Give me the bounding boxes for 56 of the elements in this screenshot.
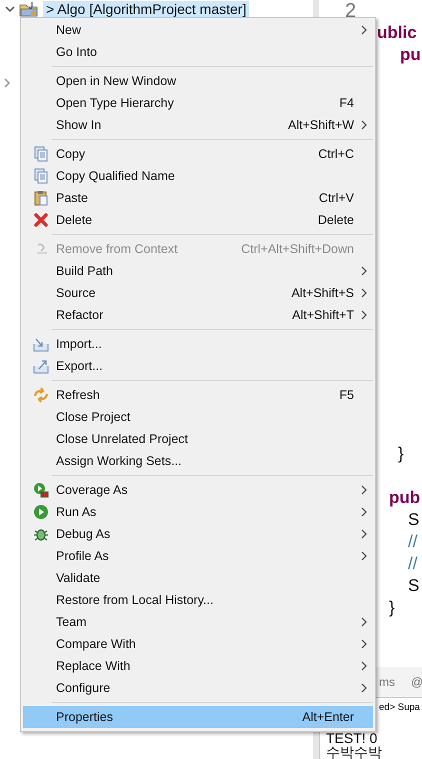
panel-tab[interactable]: ms <box>379 675 395 689</box>
code-line: S <box>407 575 420 597</box>
project-label[interactable]: > Algo [AlgorithmProject master] <box>43 1 250 17</box>
chevron-down-icon[interactable] <box>5 4 15 14</box>
code-line: pu <box>399 44 422 66</box>
menu-item[interactable]: Refresh F5 <box>23 384 373 406</box>
refresh-icon <box>32 387 48 403</box>
menu-item[interactable]: Copy Ctrl+C <box>23 143 373 165</box>
copy-icon <box>32 146 48 162</box>
coverage-icon <box>32 482 48 498</box>
delete-icon <box>32 212 48 228</box>
menu-item[interactable]: Go Into <box>23 41 373 63</box>
menu-item[interactable]: Import... <box>23 333 373 355</box>
code-line: // <box>407 531 418 553</box>
menu-item[interactable]: Paste Ctrl+V <box>23 187 373 209</box>
menu-item[interactable]: Team <box>23 611 373 633</box>
menu-item[interactable]: Assign Working Sets... <box>23 450 373 472</box>
menu-item[interactable]: Debug As <box>23 523 373 545</box>
folder-icon <box>19 1 39 17</box>
menu-item[interactable]: Refactor Alt+Shift+T <box>23 304 373 326</box>
menu-item[interactable]: Close Unrelated Project <box>23 428 373 450</box>
menu-item[interactable]: Delete Delete <box>23 209 373 231</box>
menu-item[interactable]: Properties Alt+Enter <box>23 706 373 728</box>
run-icon <box>32 504 48 520</box>
menu-item[interactable]: Run As <box>23 501 373 523</box>
menu-item[interactable]: Open Type Hierarchy F4 <box>23 92 373 114</box>
menu-item[interactable]: Show In Alt+Shift+W <box>23 114 373 136</box>
code-line: ublic <box>377 22 418 44</box>
code-line: } <box>398 443 405 465</box>
menu-item[interactable]: Profile As <box>23 545 373 567</box>
code-line: S <box>407 509 420 531</box>
menu-item[interactable]: Validate <box>23 567 373 589</box>
paste-icon <box>32 190 48 206</box>
code-line: pub <box>389 487 422 509</box>
menu-item[interactable]: Close Project <box>23 406 373 428</box>
code-line: } <box>389 597 396 619</box>
import-icon <box>32 336 48 352</box>
menu-item[interactable]: Open in New Window <box>23 70 373 92</box>
menu-item[interactable]: Export... <box>23 355 373 377</box>
panel-tab[interactable]: @ <box>411 675 422 689</box>
menu-item[interactable]: Coverage As <box>23 479 373 501</box>
console-line: 수박수박 <box>325 745 383 759</box>
menu-item[interactable]: Compare With <box>23 633 373 655</box>
menu-item[interactable]: Copy Qualified Name <box>23 165 373 187</box>
code-line: // <box>407 553 418 575</box>
menu-item[interactable]: Replace With <box>23 655 373 677</box>
console-line: TEST! 0 <box>325 731 378 745</box>
copy-icon <box>32 168 48 184</box>
line-number: 2 <box>344 0 358 22</box>
menu-item[interactable]: Configure <box>23 677 373 699</box>
menu-item[interactable]: Restore from Local History... <box>23 589 373 611</box>
menu-item[interactable]: New <box>23 19 373 41</box>
chevron-right-icon[interactable] <box>2 78 12 88</box>
menu-item[interactable]: Source Alt+Shift+S <box>23 282 373 304</box>
export-icon <box>32 358 48 374</box>
menu-item[interactable]: Build Path <box>23 260 373 282</box>
